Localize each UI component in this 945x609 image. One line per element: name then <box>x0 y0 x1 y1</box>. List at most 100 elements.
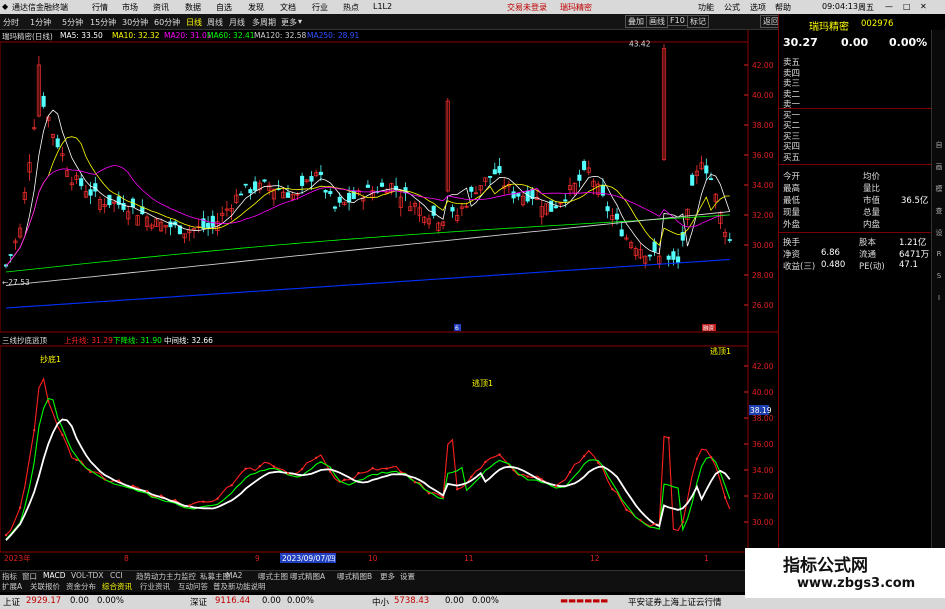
bottom-tabs: 扩展A 关联报价 资金分布 综合资讯 行业资讯 互动问答 普及新功能说明 <box>0 581 778 592</box>
y-tick-label: 26.00 <box>752 301 774 310</box>
watermark-title: 指标公式网 <box>783 556 868 576</box>
quote-price: 30.27 <box>783 36 818 49</box>
zx-index-name[interactable]: 中小 <box>372 596 389 608</box>
candle-body <box>727 239 732 241</box>
extra-label: 换手 <box>783 238 801 248</box>
event-badge-label: 6 <box>455 325 459 332</box>
candle-body <box>492 169 497 175</box>
orderbook-divider <box>779 108 931 109</box>
sh-index-pct: 0.00% <box>97 596 125 606</box>
y-tick-label: 40.00 <box>752 91 774 100</box>
quote-panel: 瑞玛精密 002976 30.27 0.00 0.00% 卖五 卖四 卖三 卖二 卖一买… <box>778 14 945 588</box>
signal-dot <box>230 484 233 487</box>
side-tool-icon[interactable]: R <box>934 250 944 260</box>
extra-value: 6.86 <box>821 248 840 258</box>
side-tool-icon[interactable]: 设 <box>934 228 944 238</box>
side-tool-icon[interactable]: 画 <box>934 162 944 172</box>
minimize-icon[interactable]: — <box>885 2 893 11</box>
candle-body <box>55 138 60 148</box>
y-tick-label: 32.00 <box>752 492 774 501</box>
orderbook-level: 买五 <box>783 152 801 163</box>
side-tool-icon[interactable]: 查 <box>934 206 944 216</box>
signal-dot <box>540 478 543 481</box>
sz-index-name[interactable]: 深证 <box>190 596 207 608</box>
stat-label: 市值 <box>863 196 881 206</box>
signal-dot <box>61 433 64 436</box>
quote-stock-code: 002976 <box>861 19 894 29</box>
bottom-tab[interactable]: 普及新功能说明 <box>213 581 266 592</box>
signal-dot <box>145 489 149 493</box>
date-tick-label: 2023年 <box>4 553 31 563</box>
signal-dot <box>272 465 276 468</box>
indicator-tab[interactable]: MACD <box>43 571 65 580</box>
indicator-tabs: 指标 窗口 MACD VOL-TDX CCI 趋势动力 主力监控 私募主图 MA2 哪式主图 哪式精… <box>0 570 778 581</box>
signal-dot <box>371 467 374 470</box>
extra-value: 0.480 <box>821 260 846 270</box>
indicator-tab[interactable]: MA2 <box>226 571 242 580</box>
date-cursor-label: 2023/09/07/四 <box>282 554 335 563</box>
signal-dot <box>33 429 36 432</box>
candle-body <box>379 182 385 187</box>
stat-label: 今开 <box>783 172 801 182</box>
bottom-tab[interactable]: 扩展A <box>2 581 22 592</box>
signal-dot <box>258 465 261 468</box>
signal-strength-icon: ▬▬▬▬▬▬ <box>560 596 609 606</box>
candle-body <box>41 95 46 107</box>
signal-dot <box>329 470 332 473</box>
candle-body <box>671 251 676 260</box>
stat-label: 总量 <box>863 208 881 218</box>
signal-dot <box>484 460 487 464</box>
app-window: ◆ 通达信金融终端 行情 市场 资讯 数据 自选 发现 文档 行业 热点 L1L… <box>0 0 945 609</box>
candle-body <box>497 166 502 174</box>
kline-chart[interactable]: 42.00 40.00 38.00 36.00 34.00 32.00 30.00 28.00… <box>0 0 778 570</box>
signal-dot <box>343 478 346 481</box>
candle-body <box>253 181 258 191</box>
signal-dot <box>89 470 92 474</box>
sh-index-value: 2929.17 <box>26 596 62 606</box>
y-tick-label: 30.00 <box>752 518 774 527</box>
sh-index-name[interactable]: 上证 <box>3 596 20 608</box>
close-icon[interactable]: ✕ <box>920 2 927 11</box>
signal-dot <box>315 456 318 459</box>
side-tool-icon[interactable]: 模 <box>934 184 944 194</box>
candle-body <box>318 171 323 176</box>
side-tool-icon[interactable]: I <box>934 294 944 304</box>
y-tick-label: 34.00 <box>752 466 774 475</box>
signal-dot <box>4 533 8 537</box>
signal-dot <box>357 471 360 475</box>
candle-body <box>309 176 314 182</box>
signal-dot <box>159 494 163 497</box>
bottom-tab[interactable]: 综合资讯 <box>102 581 132 592</box>
signal-dot <box>597 461 600 464</box>
indicator-tab[interactable]: VOL-TDX <box>71 571 103 580</box>
bottom-tab[interactable]: 关联报价 <box>30 581 60 592</box>
y-tick-label: 32.00 <box>752 211 774 220</box>
bottom-tab[interactable]: 资金分布 <box>66 581 96 592</box>
signal-dot <box>131 484 135 488</box>
zx-index-pct: 0.00% <box>472 596 500 606</box>
signal-dot <box>681 520 684 524</box>
candle-body <box>563 199 568 202</box>
date-tick-label: 11 <box>464 554 474 563</box>
y-tick-label: 38.00 <box>752 121 774 130</box>
y-tick-label: 42.00 <box>752 362 774 371</box>
signal-dot <box>568 470 572 474</box>
candle-body <box>516 193 521 197</box>
extra-value: 6471万 <box>899 250 930 260</box>
side-tool-icon[interactable]: 自 <box>934 140 944 150</box>
signal-dot <box>695 457 699 461</box>
candle-body <box>206 222 211 228</box>
candle-body <box>488 176 493 178</box>
side-tool-icon[interactable]: S <box>934 272 944 282</box>
bottom-tab[interactable]: 互动问答 <box>178 581 208 592</box>
bottom-tab[interactable]: 行业资讯 <box>140 581 170 592</box>
high-annotation: 43.42 <box>629 40 651 49</box>
signal-dot <box>103 478 106 481</box>
y-tick-label: 36.00 <box>752 151 774 160</box>
stat-label: 内盘 <box>863 220 881 230</box>
maximize-icon[interactable]: □ <box>903 2 911 11</box>
y-tick-label: 40.00 <box>752 388 774 397</box>
indicator-tab[interactable]: CCI <box>110 571 123 580</box>
stat-label: 量比 <box>863 184 881 194</box>
signal-dot <box>202 500 205 503</box>
